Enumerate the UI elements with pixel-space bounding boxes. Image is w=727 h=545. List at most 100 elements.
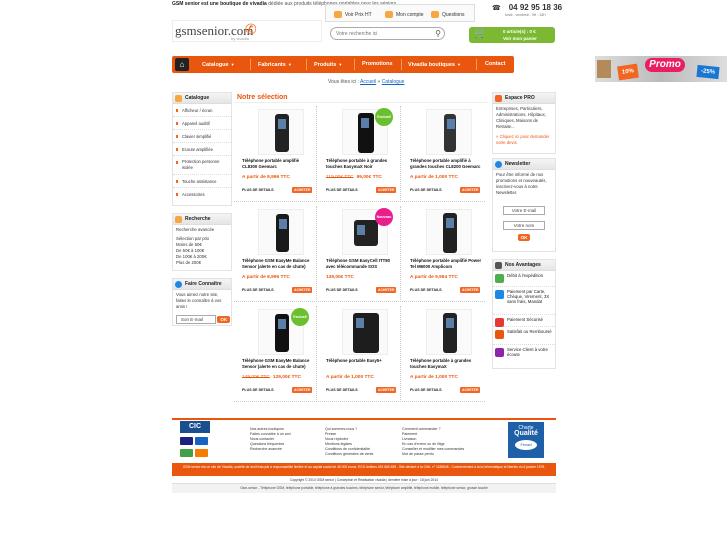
- newsletter-text: Pour être informé de nos promotions et n…: [496, 172, 547, 195]
- search-icon[interactable]: ⚲: [435, 29, 441, 38]
- nav-fabricants[interactable]: Fabricants ▼: [258, 56, 292, 73]
- product-image[interactable]: [258, 109, 304, 155]
- footer-link[interactable]: Mot de passe perdu: [402, 452, 464, 457]
- friend-email-field[interactable]: Son E-mail: [176, 315, 216, 324]
- product-badge: Nouveau: [375, 208, 393, 226]
- mail-icon: [495, 161, 502, 168]
- details-link[interactable]: PLUS DE DETAILS: [410, 288, 442, 292]
- newsletter-email-field[interactable]: Votre E-mail: [503, 206, 545, 215]
- details-link[interactable]: PLUS DE DETAILS: [410, 388, 442, 392]
- truck-icon: [495, 274, 504, 283]
- category-item[interactable]: Accessoires: [173, 188, 231, 201]
- nav-produits[interactable]: Produits ▼: [314, 56, 342, 73]
- nav-catalogue[interactable]: Catalogue ▼: [202, 56, 235, 73]
- breadcrumb-home[interactable]: Accueil: [360, 79, 376, 85]
- site-logo[interactable]: gsmsenior.com ✆ by vivadia: [172, 20, 322, 42]
- product-image[interactable]: [342, 309, 388, 355]
- mon-compte-link[interactable]: Mon compte: [385, 11, 424, 18]
- product-name[interactable]: Téléphone GSM EasyMe Balance Sensor (ale…: [242, 358, 315, 370]
- buy-button[interactable]: ACHETER: [460, 387, 481, 393]
- buy-button[interactable]: ACHETER: [292, 387, 313, 393]
- phone-block: ☎ 04 92 95 18 36: [492, 3, 562, 12]
- product-image[interactable]: [426, 209, 472, 255]
- lock-icon: [495, 318, 504, 327]
- product-name[interactable]: Téléphone portable amplifié CL8300 Geema…: [242, 158, 315, 170]
- buy-button[interactable]: ACHETER: [292, 287, 313, 293]
- mastercard-icon: [180, 449, 193, 457]
- pro-box: Espace PRO Entreprises, Particuliers, Ad…: [492, 92, 556, 154]
- nav-promotions[interactable]: Promotions: [362, 56, 393, 73]
- catalogue-box: Catalogue Afficheur / écran Appareil aud…: [172, 92, 232, 206]
- product-price: A partir de 8,996 TTC: [242, 175, 290, 180]
- buy-button[interactable]: ACHETER: [376, 187, 397, 193]
- search-input[interactable]: [331, 28, 426, 39]
- star-icon: [495, 262, 502, 269]
- buy-button[interactable]: ACHETER: [460, 287, 481, 293]
- search-heading: Recherche: [173, 214, 231, 225]
- details-link[interactable]: PLUS DE DETAILS: [242, 388, 274, 392]
- product-badge: Exclusif: [291, 308, 309, 326]
- home-icon[interactable]: ⌂: [175, 58, 189, 71]
- newsletter-ok-button[interactable]: OK: [517, 234, 531, 241]
- pro-text: Entreprises, Particuliers, Administratio…: [496, 106, 546, 129]
- fevad-logo: Fevad: [515, 440, 537, 450]
- product-name[interactable]: Téléphone portable à grandes touches Eas…: [326, 158, 399, 170]
- footer-link[interactable]: Conditions générales de vente: [325, 452, 374, 457]
- question-icon: [431, 11, 439, 18]
- catalogue-heading: Catalogue: [173, 93, 231, 104]
- product-name[interactable]: Téléphone portable amplifié à grandes to…: [410, 158, 483, 170]
- advantage-item: Paiement Sécurisé: [493, 315, 555, 327]
- buy-button[interactable]: ACHETER: [376, 287, 397, 293]
- details-link[interactable]: PLUS DE DETAILS: [410, 188, 442, 192]
- category-item[interactable]: Afficheur / écran: [173, 104, 231, 117]
- price-filter-link[interactable]: Plus de 200€: [176, 260, 228, 266]
- product-card: Téléphone portable amplifié à grandes to…: [402, 106, 485, 202]
- product-name[interactable]: Téléphone portable amplifié Power Tel M6…: [410, 258, 483, 270]
- chevron-down-icon: ▼: [456, 62, 461, 67]
- details-link[interactable]: PLUS DE DETAILS: [326, 288, 358, 292]
- prix-ht-link[interactable]: Voir Prix HT: [334, 11, 372, 18]
- product-card: Téléphone portable amplifié CL8300 Geema…: [234, 106, 317, 202]
- cart-view-link[interactable]: Voir mon panier: [503, 36, 537, 41]
- product-name[interactable]: Téléphone portable Easy5+: [326, 358, 399, 364]
- details-link[interactable]: PLUS DE DETAILS: [242, 188, 274, 192]
- buy-button[interactable]: ACHETER: [376, 387, 397, 393]
- category-item[interactable]: Ecoute amplifiée: [173, 143, 231, 156]
- details-link[interactable]: PLUS DE DETAILS: [326, 388, 358, 392]
- phone-number: 04 92 95 18 36: [508, 3, 563, 12]
- details-link[interactable]: PLUS DE DETAILS: [326, 188, 358, 192]
- questions-link[interactable]: Questions: [431, 11, 465, 18]
- share-ok-button[interactable]: OK: [217, 316, 231, 323]
- pro-quote-link[interactable]: » Cliquez ici pour demander votre devis: [493, 132, 555, 148]
- category-item[interactable]: Protection personne isolée: [173, 156, 231, 175]
- chevron-down-icon: ▼: [230, 62, 235, 67]
- product-image[interactable]: [426, 109, 472, 155]
- nav-vivadia-boutiques[interactable]: Vivadia boutiques ▼: [408, 56, 461, 73]
- product-name[interactable]: Téléphone GSM EasyCell ITT80 avec téléco…: [326, 258, 399, 270]
- category-item[interactable]: Appareil auditif: [173, 117, 231, 130]
- search-filter-box: Recherche Recherche avancée Sélection pa…: [172, 213, 232, 271]
- details-link[interactable]: PLUS DE DETAILS: [242, 288, 274, 292]
- friends-icon: [175, 281, 182, 288]
- product-price: 149,00€ TTC 129,00€ TTC: [242, 375, 301, 380]
- nav-contact[interactable]: Contact: [485, 56, 505, 73]
- share-heading: Faire Connaître: [173, 279, 231, 290]
- category-item[interactable]: Touche assistance: [173, 175, 231, 188]
- product-name[interactable]: Téléphone portable à grandes touches Eas…: [410, 358, 483, 370]
- footer-link[interactable]: Recherche avancée: [250, 447, 291, 452]
- product-image[interactable]: [258, 209, 304, 255]
- buy-button[interactable]: ACHETER: [292, 187, 313, 193]
- charte-qualite-badge[interactable]: Charte Qualité Fevad: [508, 422, 544, 458]
- cart-button[interactable]: 🛒 0 article(s) : 0 € Voir mon panier: [469, 27, 555, 43]
- buy-button[interactable]: ACHETER: [460, 187, 481, 193]
- product-name[interactable]: Téléphone GSM EasyMe Balance Sensor (ale…: [242, 258, 315, 270]
- product-price: A partir de 1,000 TTC: [410, 175, 458, 180]
- maestro-icon: [195, 449, 208, 457]
- payment-icon: [495, 290, 504, 299]
- category-item[interactable]: Clavier simplifié: [173, 130, 231, 143]
- product-image[interactable]: [426, 309, 472, 355]
- cart-summary: 0 article(s) : 0 €: [503, 29, 536, 34]
- newsletter-name-field[interactable]: Votre nom: [503, 221, 545, 230]
- breadcrumb-current[interactable]: Catalogue: [382, 79, 405, 85]
- promo-banner[interactable]: 10% Promo -25%: [595, 56, 727, 82]
